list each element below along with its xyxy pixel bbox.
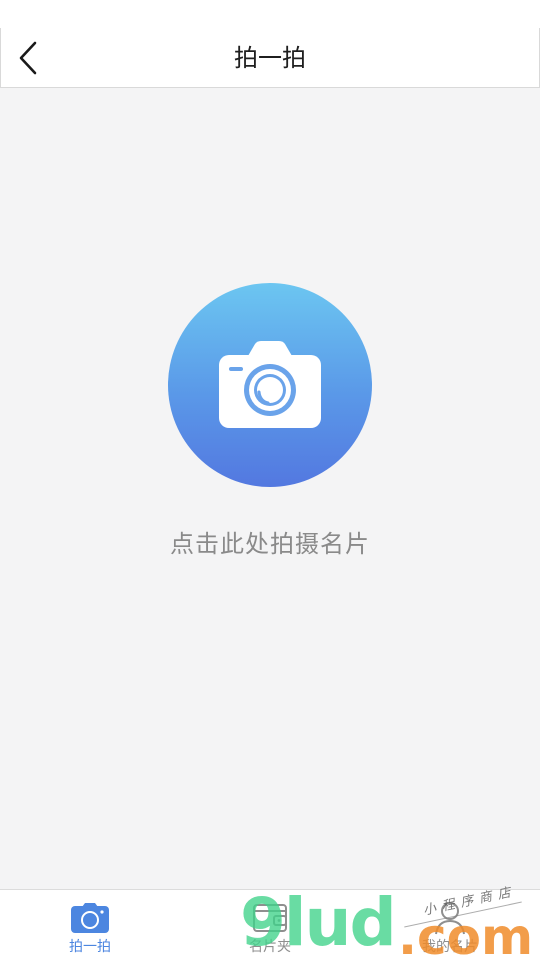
bottom-tab-bar: 拍一拍 名片夹 我的名片 xyxy=(0,889,540,960)
capture-card-button[interactable] xyxy=(168,283,372,487)
tab-snap[interactable]: 拍一拍 xyxy=(0,890,180,960)
chevron-left-icon xyxy=(19,41,37,75)
status-bar xyxy=(0,0,540,28)
tab-my-card-label: 我的名片 xyxy=(422,939,478,955)
tab-my-card[interactable]: 我的名片 xyxy=(360,890,540,960)
wallet-icon xyxy=(250,900,290,936)
user-icon xyxy=(430,900,470,936)
tab-snap-label: 拍一拍 xyxy=(69,939,111,955)
camera-icon xyxy=(219,341,321,428)
app-screen: 拍一拍 点击此处拍摄名片 拍一拍 名片夹 我的名片 9lud .com 小程序商… xyxy=(0,0,540,960)
page-title: 拍一拍 xyxy=(234,44,306,72)
tab-card-holder-label: 名片夹 xyxy=(249,939,291,955)
camera-icon xyxy=(70,900,110,936)
tab-card-holder[interactable]: 名片夹 xyxy=(180,890,360,960)
back-button[interactable] xyxy=(6,36,50,80)
capture-hint-text[interactable]: 点击此处拍摄名片 xyxy=(0,524,540,559)
navigation-bar: 拍一拍 xyxy=(0,28,540,88)
